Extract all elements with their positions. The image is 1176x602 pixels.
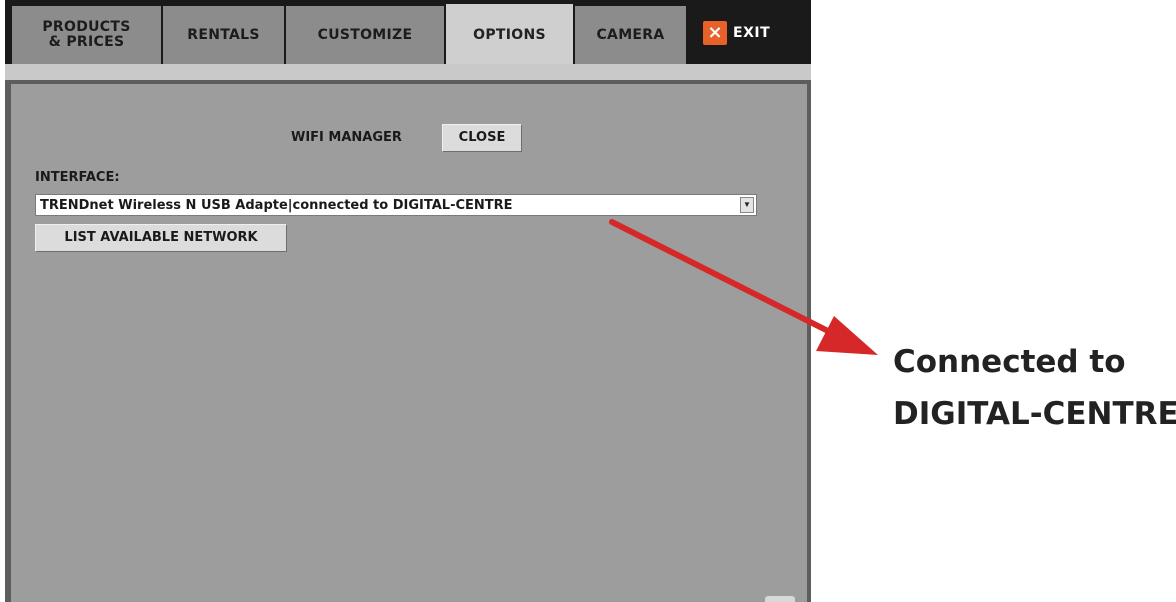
exit-label: EXIT xyxy=(733,25,771,41)
interface-select[interactable]: TRENDnet Wireless N USB Adapte|connected… xyxy=(35,194,757,216)
tab-products-prices[interactable]: PRODUCTS & PRICES xyxy=(12,6,163,64)
tab-underline-bar xyxy=(5,64,811,80)
resize-handle[interactable] xyxy=(765,596,795,602)
wifi-manager-panel: WIFI MANAGER CLOSE INTERFACE: TRENDnet W… xyxy=(11,84,807,602)
tab-options[interactable]: OPTIONS xyxy=(446,4,575,66)
interface-label: INTERFACE: xyxy=(35,170,120,185)
screenshot-root: PRODUCTS & PRICES RENTALS CUSTOMIZE OPTI… xyxy=(0,0,1176,602)
annotation-callout: Connected to DIGITAL-CENTRE xyxy=(893,336,1176,440)
close-button[interactable]: CLOSE xyxy=(442,124,522,152)
wifi-manager-title: WIFI MANAGER xyxy=(291,130,402,145)
interface-select-value: TRENDnet Wireless N USB Adapte|connected… xyxy=(40,198,513,213)
dropdown-arrow-icon[interactable]: ▼ xyxy=(740,197,754,213)
annotation-line-2: DIGITAL-CENTRE xyxy=(893,396,1176,432)
tab-camera[interactable]: CAMERA xyxy=(575,6,688,64)
list-available-network-button[interactable]: LIST AVAILABLE NETWORK xyxy=(35,224,287,252)
close-icon: × xyxy=(703,21,727,45)
tab-customize[interactable]: CUSTOMIZE xyxy=(286,6,446,64)
annotation-arrowhead xyxy=(816,316,878,355)
app-window: PRODUCTS & PRICES RENTALS CUSTOMIZE OPTI… xyxy=(5,0,811,602)
annotation-line-1: Connected to xyxy=(893,344,1126,380)
tab-bar: PRODUCTS & PRICES RENTALS CUSTOMIZE OPTI… xyxy=(5,0,811,66)
exit-button[interactable]: × EXIT xyxy=(703,18,770,48)
tab-rentals[interactable]: RENTALS xyxy=(163,6,286,64)
